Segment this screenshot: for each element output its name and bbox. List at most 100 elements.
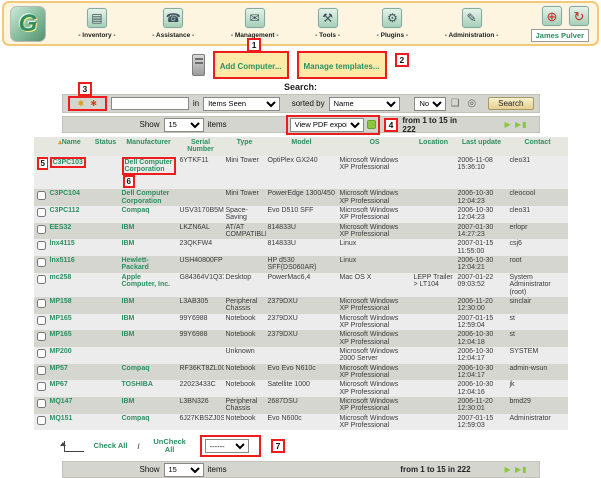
cell-name[interactable]: MP57 <box>48 364 92 381</box>
header-serial[interactable]: Serial Number <box>178 137 224 156</box>
annotation-box-manufacturer[interactable]: Dell Computer Corporation <box>122 157 176 176</box>
header-manufacturer[interactable]: Manufacturer <box>120 137 178 156</box>
next-page-icon[interactable]: ▶ <box>505 465 512 474</box>
cell-name[interactable]: C3PC112 <box>48 206 92 223</box>
row-checkbox[interactable] <box>37 241 46 250</box>
cell-name[interactable]: C3PC103 <box>48 156 92 190</box>
menu-item-tools[interactable]: ⚒ - Tools - <box>315 8 340 39</box>
cell-manufacturer[interactable]: Compaq <box>120 364 178 381</box>
last-page-icon[interactable]: ▶▮ <box>515 120 528 129</box>
cell-checkbox <box>34 397 48 414</box>
row-checkbox[interactable] <box>37 349 46 358</box>
row-checkbox[interactable] <box>37 332 46 341</box>
cell-name[interactable]: MP67 <box>48 380 92 397</box>
header-type[interactable]: Type <box>224 137 266 156</box>
menu-label: - Tools - <box>315 32 340 39</box>
cell-manufacturer[interactable]: Hewlett-Packard <box>120 256 178 273</box>
cell-manufacturer[interactable]: IBM <box>120 239 178 256</box>
global-search-icon[interactable]: ◎ <box>467 99 476 109</box>
row-checkbox[interactable] <box>37 258 46 267</box>
search-star-icon[interactable]: ✱ <box>78 99 85 108</box>
cell-manufacturer[interactable]: Compaq <box>120 206 178 223</box>
cell-name[interactable]: MQ147 <box>48 397 92 414</box>
header-status[interactable]: Status <box>92 137 120 156</box>
row-checkbox[interactable] <box>37 399 46 408</box>
next-page-icon[interactable]: ▶ <box>505 120 512 129</box>
header-contact[interactable]: Contact <box>508 137 568 156</box>
pagination-arrows[interactable]: ▶ ▶▮ <box>505 120 528 129</box>
pager-bar-bottom: Show 15 items from 1 to 15 in 222 ▶ ▶▮ <box>62 461 540 478</box>
annotation-box-name[interactable]: C3PC103 <box>50 157 86 168</box>
cell-manufacturer[interactable]: IBM <box>120 223 178 240</box>
help-icon[interactable]: ⊕ <box>542 6 562 26</box>
pager-bar-top: Show 15 items View PDF export 4 from 1 t… <box>62 116 540 133</box>
cell-manufacturer[interactable]: Compaq <box>120 414 178 431</box>
case-sensitive-select[interactable]: No <box>414 97 446 111</box>
header-model[interactable]: Model <box>266 137 338 156</box>
row-checkbox[interactable] <box>37 275 46 284</box>
menu-item-plugins[interactable]: ⚙ - Plugins - <box>377 8 408 39</box>
cell-name[interactable]: MQ151 <box>48 414 92 431</box>
header-last-update[interactable]: Last update <box>456 137 508 156</box>
menu-item-management[interactable]: ✉ - Management - <box>231 8 279 39</box>
header-os[interactable]: OS <box>338 137 412 156</box>
cell-model: Evo D510 SFF <box>266 206 338 223</box>
cell-manufacturer[interactable]: IBM <box>120 314 178 331</box>
show-label: Show <box>140 120 160 129</box>
check-all-link[interactable]: Check All <box>94 442 128 450</box>
row-checkbox[interactable] <box>37 316 46 325</box>
pagination-arrows[interactable]: ▶ ▶▮ <box>505 465 528 474</box>
row-checkbox[interactable] <box>37 366 46 375</box>
page-size-select[interactable]: 15 <box>164 463 204 477</box>
row-checkbox[interactable] <box>37 208 46 217</box>
cell-name[interactable]: C3PC104 <box>48 189 92 206</box>
search-field-select[interactable]: Items Seen <box>203 97 280 111</box>
cell-os: Linux <box>338 239 412 256</box>
cell-manufacturer[interactable]: Dell Computer Corporation <box>120 189 178 206</box>
cell-name[interactable]: lnx5116 <box>48 256 92 273</box>
row-checkbox[interactable] <box>37 191 46 200</box>
cell-name[interactable]: MP158 <box>48 297 92 314</box>
cell-os: Microsoft Windows XP Professional <box>338 206 412 223</box>
manage-templates-link[interactable]: Manage templates... <box>304 62 380 71</box>
row-checkbox[interactable] <box>37 225 46 234</box>
cell-location <box>412 239 456 256</box>
cell-name[interactable]: MP200 <box>48 347 92 364</box>
menu-item-assistance[interactable]: ☎ - Assistance - <box>152 8 194 39</box>
export-select[interactable]: View PDF export <box>290 118 364 132</box>
export-go-icon[interactable] <box>367 120 376 129</box>
row-checkbox[interactable] <box>37 416 46 425</box>
row-checkbox[interactable] <box>37 382 46 391</box>
menu-item-administration[interactable]: ✎ - Administration - <box>445 8 499 39</box>
add-computer-link[interactable]: Add Computer... <box>220 62 282 71</box>
cell-manufacturer[interactable]: TOSHIBA <box>120 380 178 397</box>
glpi-logo[interactable]: G <box>10 6 46 42</box>
menu-item-inventory[interactable]: ▤ - Inventory - <box>78 8 115 39</box>
page-size-select[interactable]: 15 <box>164 118 204 132</box>
sort-select[interactable]: Name <box>329 97 401 111</box>
cell-name[interactable]: lnx4115 <box>48 239 92 256</box>
cell-name[interactable]: MP165 <box>48 330 92 347</box>
cell-manufacturer[interactable]: Apple Computer, Inc. <box>120 273 178 297</box>
display-options-icon[interactable]: ❏ <box>450 99 459 109</box>
cell-status <box>92 364 120 381</box>
cell-name[interactable]: MP165 <box>48 314 92 331</box>
last-page-icon[interactable]: ▶▮ <box>515 465 528 474</box>
uncheck-all-link[interactable]: UnCheck All <box>150 438 190 455</box>
logout-icon[interactable]: ↻ <box>569 6 589 26</box>
row-checkbox[interactable] <box>37 299 46 308</box>
search-star-icon[interactable]: ✱ <box>90 99 97 108</box>
cell-manufacturer[interactable]: IBM <box>120 330 178 347</box>
cell-name[interactable]: mc258 <box>48 273 92 297</box>
header-name[interactable]: ▴Name <box>48 137 92 156</box>
mass-action-select[interactable]: ------ <box>205 439 249 453</box>
cell-manufacturer[interactable]: IBM <box>120 397 178 414</box>
cell-name[interactable]: EES32 <box>48 223 92 240</box>
search-button[interactable]: Search <box>488 97 533 110</box>
cell-manufacturer[interactable]: IBM <box>120 297 178 314</box>
cell-manufacturer[interactable]: Dell Computer Corporation6 <box>120 156 178 190</box>
search-input[interactable] <box>111 97 189 110</box>
header-location[interactable]: Location <box>412 137 456 156</box>
current-user[interactable]: James Pulver <box>531 29 589 42</box>
cell-status <box>92 380 120 397</box>
